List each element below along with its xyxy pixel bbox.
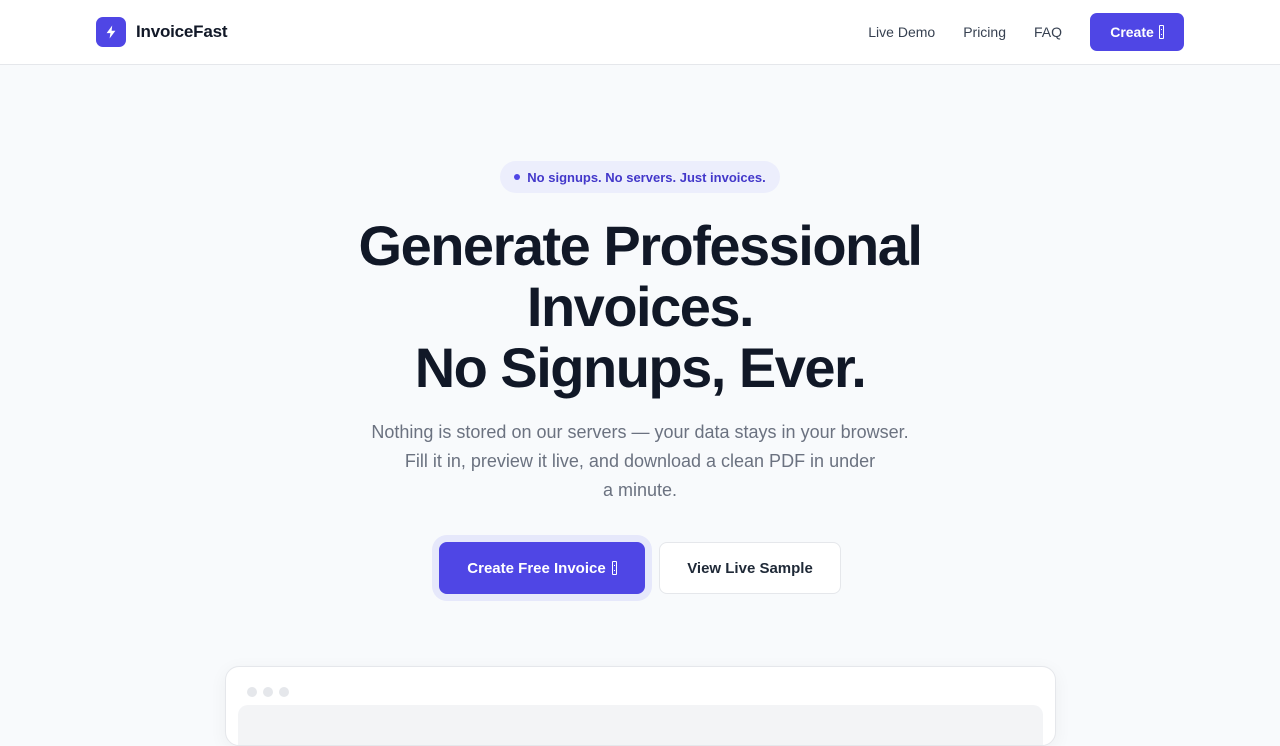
headline-line: Invoices. xyxy=(526,275,755,338)
nav-link-faq[interactable]: FAQ xyxy=(1034,24,1062,40)
nav-link-pricing[interactable]: Pricing xyxy=(963,24,1006,40)
preview-content xyxy=(238,705,1043,745)
hero-badge: No signups. No servers. Just invoices. xyxy=(500,161,780,193)
subtext-line: Nothing is stored on our servers — your … xyxy=(371,422,909,442)
create-button[interactable]: Create xyxy=(1090,13,1184,51)
window-dot-icon xyxy=(247,687,257,697)
window-dot-icon xyxy=(279,687,289,697)
brand-name: InvoiceFast xyxy=(136,22,228,41)
nav-link-live-demo[interactable]: Live Demo xyxy=(868,24,935,40)
cursor-icon xyxy=(611,561,617,575)
create-free-invoice-button[interactable]: Create Free Invoice xyxy=(439,542,645,594)
app-preview-window xyxy=(225,666,1056,746)
hero-subtext: Nothing is stored on our servers — your … xyxy=(340,418,940,505)
subtext-line: Fill it in, preview it live, and downloa… xyxy=(404,451,876,471)
hero-headline: Generate Professional Invoices. No Signu… xyxy=(240,215,1040,398)
hero-badge-label: No signups. No servers. Just invoices. xyxy=(527,169,766,185)
cursor-icon xyxy=(1158,25,1164,39)
brand[interactable]: InvoiceFast xyxy=(96,17,228,47)
window-dot-icon xyxy=(263,687,273,697)
headline-line: No Signups, Ever. xyxy=(414,336,867,399)
view-live-sample-button[interactable]: View Live Sample xyxy=(659,542,841,594)
lightning-bolt-icon xyxy=(96,17,126,47)
create-free-invoice-label: Create Free Invoice xyxy=(467,559,606,577)
headline-line: Generate Professional xyxy=(358,214,923,277)
view-live-sample-label: View Live Sample xyxy=(687,559,813,577)
nav-links: Live Demo Pricing FAQ Create xyxy=(868,13,1184,51)
create-button-label: Create xyxy=(1110,24,1154,40)
badge-dot-icon xyxy=(514,174,521,180)
window-controls xyxy=(247,687,289,697)
cta-row: Create Free Invoice View Live Sample xyxy=(0,542,1280,594)
subtext-line: a minute. xyxy=(602,480,678,500)
top-navbar: InvoiceFast Live Demo Pricing FAQ Create xyxy=(0,0,1280,65)
